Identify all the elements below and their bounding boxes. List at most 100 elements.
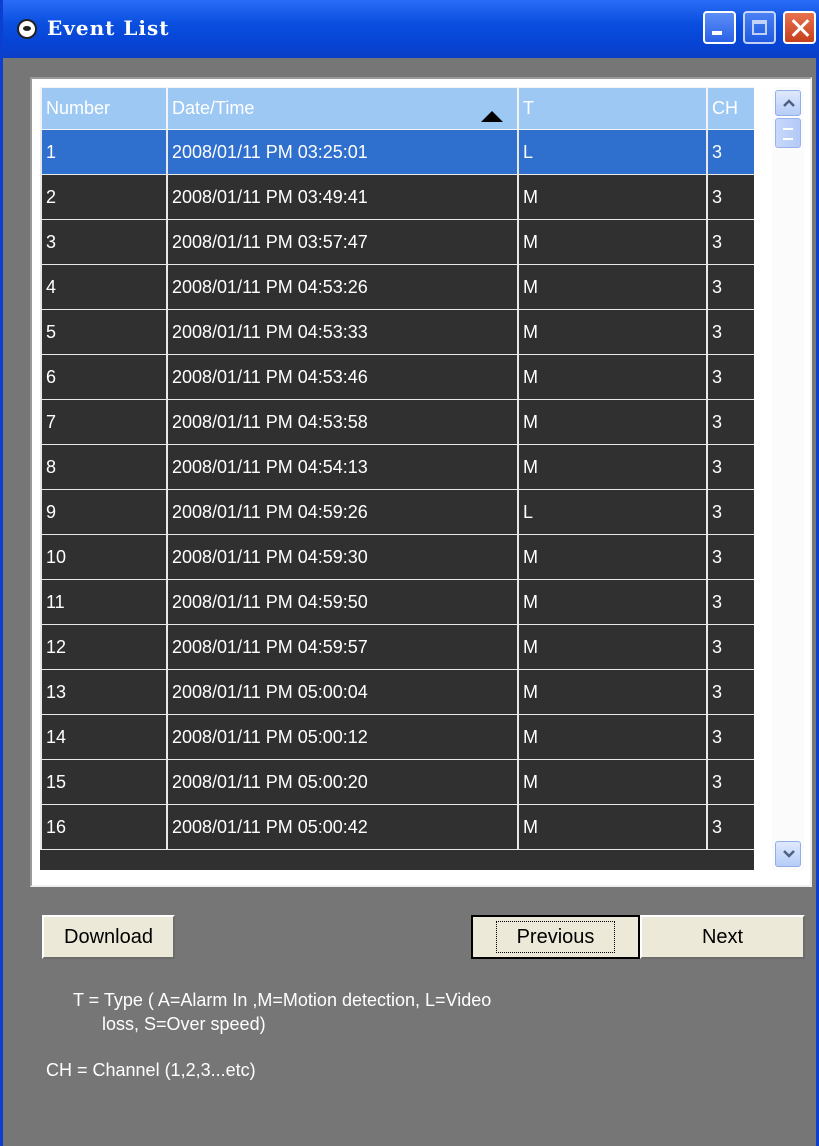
column-header-type[interactable]: T [517, 87, 708, 130]
table-cell-datetime: 2008/01/11 PM 04:53:46 [166, 354, 519, 400]
table-cell-ch: 3 [706, 804, 754, 850]
table-row[interactable]: 8 2008/01/11 PM 04:54:13 M 3 [40, 444, 754, 490]
scroll-down-button[interactable] [775, 841, 801, 867]
table-cell-number: 3 [40, 219, 168, 265]
title-bar[interactable]: Event List [3, 0, 819, 58]
type-legend-line-1: T = Type ( A=Alarm In ,M=Motion detectio… [73, 990, 492, 1010]
table-cell-ch: 3 [706, 759, 754, 805]
table-cell-datetime: 2008/01/11 PM 04:59:57 [166, 624, 519, 670]
table-cell-number: 13 [40, 669, 168, 715]
table-cell-datetime: 2008/01/11 PM 04:59:50 [166, 579, 519, 625]
app-icon[interactable] [17, 19, 37, 39]
column-header-channel[interactable]: CH [706, 87, 754, 130]
table-cell-type: M [517, 309, 708, 355]
table-cell-ch: 3 [706, 219, 754, 265]
table-cell-datetime: 2008/01/11 PM 04:53:58 [166, 399, 519, 445]
column-header-datetime-label: Date/Time [172, 98, 255, 118]
table-cell-ch: 3 [706, 309, 754, 355]
table-cell-datetime: 2008/01/11 PM 03:57:47 [166, 219, 519, 265]
table-row[interactable]: 5 2008/01/11 PM 04:53:33 M 3 [40, 309, 754, 355]
column-header-datetime[interactable]: Date/Time [166, 87, 519, 130]
table-cell-datetime: 2008/01/11 PM 05:00:12 [166, 714, 519, 760]
table-cell-type: M [517, 804, 708, 850]
channel-legend: CH = Channel (1,2,3...etc) [46, 1060, 256, 1080]
table-row[interactable]: 6 2008/01/11 PM 04:53:46 M 3 [40, 354, 754, 400]
previous-button-label: Previous [495, 921, 616, 953]
table-cell-type: M [517, 534, 708, 580]
table-cell-number: 4 [40, 264, 168, 310]
table-cell-datetime: 2008/01/11 PM 04:59:30 [166, 534, 519, 580]
table-cell-type: M [517, 669, 708, 715]
scroll-up-button[interactable] [775, 90, 801, 116]
scrollbar-thumb[interactable] [775, 118, 801, 148]
table-cell-ch: 3 [706, 264, 754, 310]
table-cell-datetime: 2008/01/11 PM 03:49:41 [166, 174, 519, 220]
table-cell-number: 2 [40, 174, 168, 220]
table-cell-datetime: 2008/01/11 PM 05:00:42 [166, 804, 519, 850]
chevron-up-icon [783, 99, 795, 107]
type-legend-line-2: loss, S=Over speed) [102, 1014, 266, 1034]
table-cell-ch: 3 [706, 444, 754, 490]
table-cell-type: M [517, 579, 708, 625]
table-row[interactable]: 11 2008/01/11 PM 04:59:50 M 3 [40, 579, 754, 625]
table-cell-type: M [517, 759, 708, 805]
table-cell-datetime: 2008/01/11 PM 04:59:26 [166, 489, 519, 535]
maximize-button[interactable] [743, 11, 776, 44]
table-cell-datetime: 2008/01/11 PM 04:53:33 [166, 309, 519, 355]
table-cell-number: 12 [40, 624, 168, 670]
table-cell-ch: 3 [706, 174, 754, 220]
table-row[interactable]: 13 2008/01/11 PM 05:00:04 M 3 [40, 669, 754, 715]
table-cell-datetime: 2008/01/11 PM 04:54:13 [166, 444, 519, 490]
table-header-row: Number Date/Time T CH [40, 87, 754, 130]
table-cell-datetime: 2008/01/11 PM 03:25:01 [166, 129, 519, 175]
table-row[interactable]: 3 2008/01/11 PM 03:57:47 M 3 [40, 219, 754, 265]
table-row[interactable]: 4 2008/01/11 PM 04:53:26 M 3 [40, 264, 754, 310]
table-cell-ch: 3 [706, 399, 754, 445]
table-cell-type: M [517, 264, 708, 310]
table-row[interactable]: 14 2008/01/11 PM 05:00:12 M 3 [40, 714, 754, 760]
event-table: Number Date/Time T CH 1 2008/01/11 PM 03:… [40, 87, 754, 850]
table-row[interactable]: 15 2008/01/11 PM 05:00:20 M 3 [40, 759, 754, 805]
table-row[interactable]: 10 2008/01/11 PM 04:59:30 M 3 [40, 534, 754, 580]
table-cell-type: M [517, 444, 708, 490]
vertical-scrollbar[interactable] [772, 87, 804, 870]
table-cell-number: 1 [40, 129, 168, 175]
table-cell-number: 16 [40, 804, 168, 850]
next-button[interactable]: Next [640, 915, 805, 959]
event-list-frame: Number Date/Time T CH 1 2008/01/11 PM 03:… [30, 77, 812, 887]
type-legend: T = Type ( A=Alarm In ,M=Motion detectio… [73, 988, 673, 1036]
minimize-button[interactable] [703, 11, 736, 44]
table-row[interactable]: 12 2008/01/11 PM 04:59:57 M 3 [40, 624, 754, 670]
close-button[interactable] [783, 11, 816, 44]
table-cell-type: M [517, 399, 708, 445]
table-cell-type: M [517, 714, 708, 760]
table-row[interactable]: 7 2008/01/11 PM 04:53:58 M 3 [40, 399, 754, 445]
table-cell-ch: 3 [706, 354, 754, 400]
chevron-down-icon [783, 850, 795, 858]
table-cell-type: M [517, 219, 708, 265]
table-cell-ch: 3 [706, 624, 754, 670]
column-header-number[interactable]: Number [40, 87, 168, 130]
table-cell-type: M [517, 174, 708, 220]
table-cell-type: L [517, 129, 708, 175]
table-cell-type: L [517, 489, 708, 535]
table-row[interactable]: 2 2008/01/11 PM 03:49:41 M 3 [40, 174, 754, 220]
table-cell-number: 9 [40, 489, 168, 535]
event-table-container[interactable]: Number Date/Time T CH 1 2008/01/11 PM 03:… [40, 87, 754, 870]
table-row[interactable]: 1 2008/01/11 PM 03:25:01 L 3 [40, 129, 754, 175]
table-cell-datetime: 2008/01/11 PM 04:53:26 [166, 264, 519, 310]
table-cell-datetime: 2008/01/11 PM 05:00:04 [166, 669, 519, 715]
table-row[interactable]: 9 2008/01/11 PM 04:59:26 L 3 [40, 489, 754, 535]
window-title: Event List [47, 16, 170, 40]
table-cell-ch: 3 [706, 579, 754, 625]
table-cell-number: 11 [40, 579, 168, 625]
event-list-window: Event List Number Date/Time T CH 1 2008/0… [0, 0, 819, 1146]
download-button[interactable]: Download [42, 915, 175, 959]
previous-button[interactable]: Previous [471, 915, 640, 959]
table-cell-ch: 3 [706, 669, 754, 715]
table-cell-type: M [517, 624, 708, 670]
table-cell-number: 7 [40, 399, 168, 445]
table-row[interactable]: 16 2008/01/11 PM 05:00:42 M 3 [40, 804, 754, 850]
table-cell-ch: 3 [706, 129, 754, 175]
table-cell-number: 10 [40, 534, 168, 580]
